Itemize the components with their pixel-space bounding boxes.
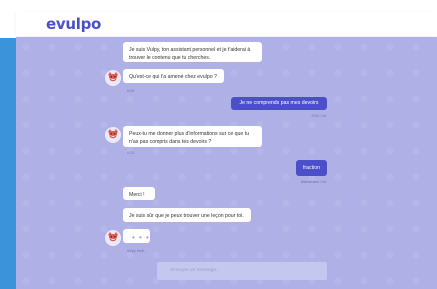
bot-message: Je suis Vulpy, ton assistant personnel e… [123, 42, 262, 62]
bot-message-text: Merci ! [129, 192, 145, 198]
bot-message: Merci ! [123, 187, 155, 200]
user-message-text: fraction [302, 165, 320, 171]
message-timestamp: 9:33 • Vu [311, 114, 326, 118]
app-header: evulpo [16, 12, 437, 36]
bot-message-text: Je suis sûr que je peux trouver une leço… [129, 213, 244, 219]
user-message: fraction [296, 160, 327, 176]
fox-avatar-icon [105, 127, 121, 143]
side-strip [0, 38, 16, 289]
user-message-text: Je ne comprends pas mes devoirs [239, 100, 319, 106]
fox-avatar-icon [105, 230, 121, 246]
chat-area[interactable]: Je suis Vulpy, ton assistant personnel e… [16, 37, 437, 289]
bot-message-text: Qu'est-ce qui t'a amené chez evulpo ? [129, 74, 217, 80]
app-frame: evulpo Je suis Vulpy, ton assistant pers… [0, 0, 437, 289]
bot-message: Qu'est-ce qui t'a amené chez evulpo ? [123, 69, 224, 83]
bot-message: Peux-tu me donner plus d'informations su… [123, 126, 262, 147]
message-input[interactable]: Envoyer un message... [157, 262, 327, 280]
message-timestamp: 9:33 [127, 89, 134, 93]
message-timestamp: 9:33 [127, 151, 134, 155]
bot-message-text: Peux-tu me donner plus d'informations su… [129, 131, 250, 145]
bot-message-text: Je suis Vulpy, ton assistant personnel e… [129, 47, 251, 61]
user-message: Je ne comprends pas mes devoirs [231, 97, 327, 110]
typing-dots: • • • [132, 233, 150, 242]
bot-message: Je suis sûr que je peux trouver une leço… [123, 208, 251, 222]
evulpo-logo[interactable]: evulpo [46, 15, 101, 33]
typing-indicator: • • • [123, 229, 150, 243]
message-timestamp: Maintenant • Vu [300, 180, 326, 184]
typing-status: Vulpy écrit... [127, 249, 147, 253]
fox-avatar-icon [105, 70, 121, 86]
